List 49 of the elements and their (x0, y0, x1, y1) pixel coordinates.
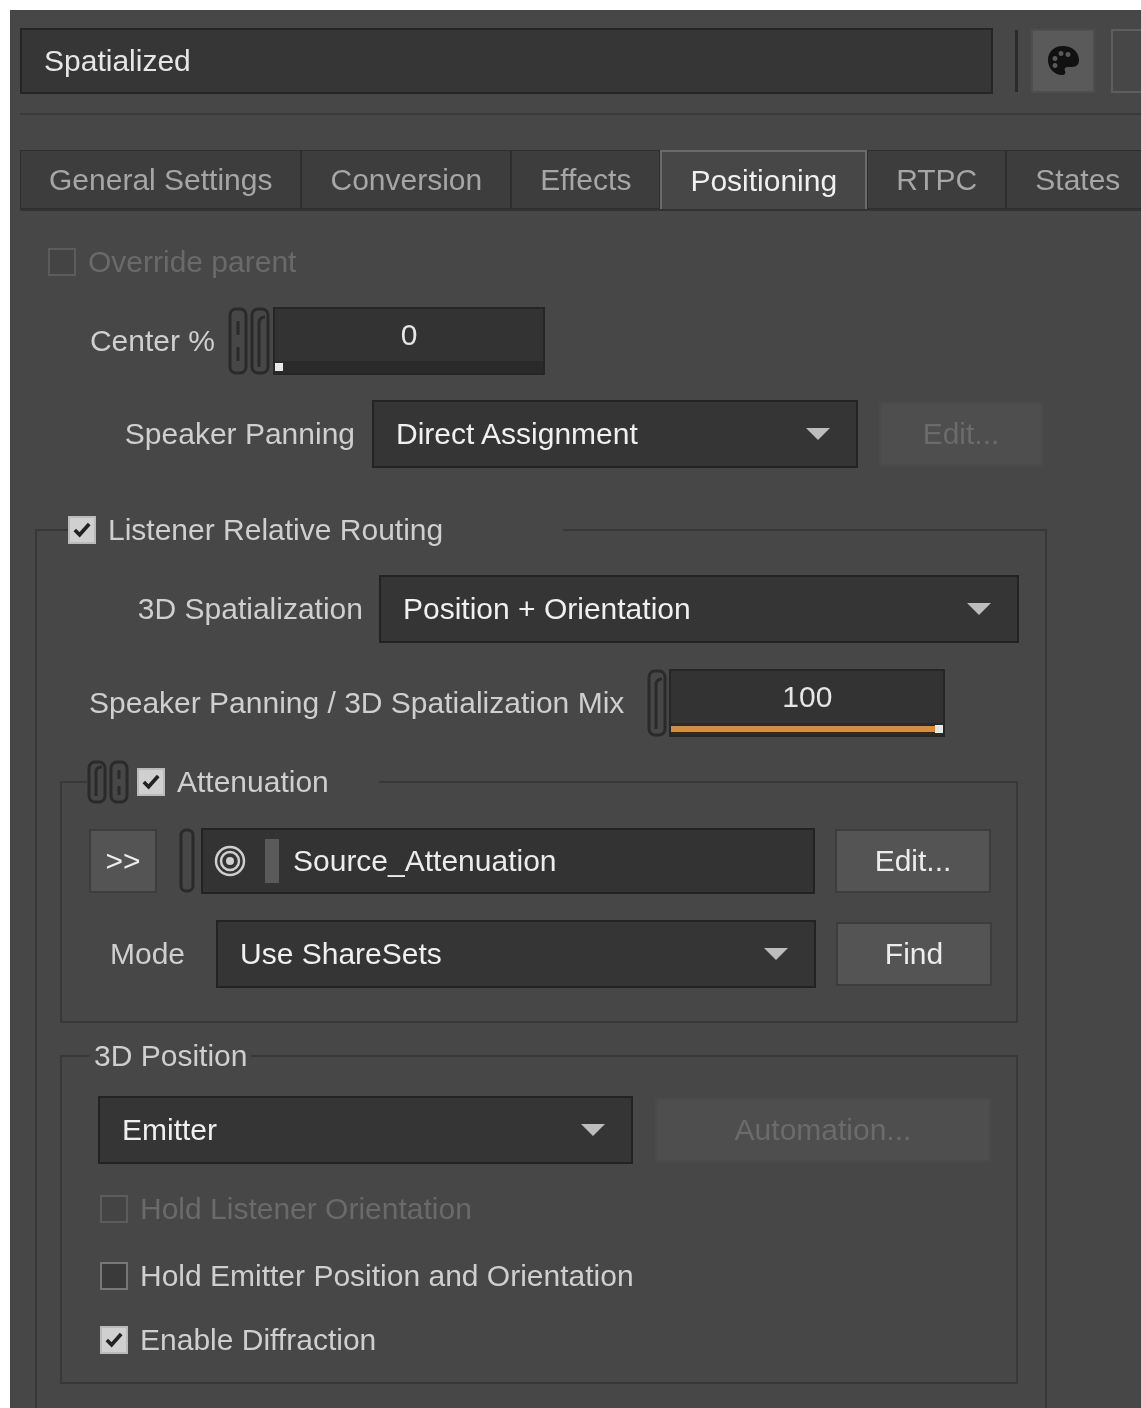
checkbox[interactable] (137, 768, 165, 796)
link-icon[interactable] (109, 760, 129, 804)
dropdown[interactable]: Use ShareSets (216, 920, 816, 988)
edit-button[interactable]: Edit... (835, 828, 991, 893)
link-icon[interactable] (250, 307, 270, 375)
link-icon[interactable] (647, 669, 668, 737)
caret-icon (806, 428, 830, 440)
tab[interactable]: Conversion (301, 150, 512, 209)
name-field[interactable]: Spatialized (20, 28, 993, 94)
caret-icon (764, 948, 788, 960)
checkbox-label: Enable Diffraction (140, 1323, 377, 1357)
tab[interactable]: General Settings (20, 150, 302, 209)
group-title: 3D Position (94, 1039, 248, 1073)
dropdown[interactable]: Emitter (98, 1096, 633, 1164)
color-swatch (265, 838, 279, 883)
find-button[interactable]: Find (836, 922, 992, 986)
tab[interactable]: RTPC (867, 150, 1007, 209)
shareset-name: Source_Attenuation (293, 843, 557, 878)
field-label: Speaker Panning / 3D Spatialization Mix (89, 686, 625, 720)
link-icon[interactable] (228, 307, 248, 375)
palette-button[interactable] (1031, 29, 1095, 93)
link-icon[interactable] (179, 828, 195, 893)
slider-thumb[interactable] (275, 363, 283, 371)
slider-thumb[interactable] (935, 725, 944, 733)
slider-track[interactable] (275, 361, 543, 373)
dropdown[interactable]: Position + Orientation (379, 575, 1019, 643)
dropdown[interactable]: Direct Assignment (372, 400, 858, 468)
tab[interactable]: Effects (511, 150, 661, 209)
shareset-field[interactable]: Source_Attenuation (201, 827, 815, 894)
slider-field[interactable]: 100 (669, 669, 946, 737)
field-label: 3D Spatialization (136, 592, 363, 626)
tab[interactable]: States (1006, 150, 1141, 209)
field-label: Speaker Panning (123, 417, 355, 451)
checkbox-label: Attenuation (177, 765, 329, 799)
caret-icon (581, 1124, 605, 1136)
target-icon (213, 843, 247, 878)
slider-track[interactable] (671, 723, 944, 735)
field-label: Mode (110, 937, 187, 971)
tab[interactable]: Positioning (660, 150, 868, 209)
checkbox[interactable] (68, 516, 96, 544)
checkbox-label: Hold Emitter Position and Orientation (140, 1259, 634, 1293)
expand-button[interactable]: >> (89, 828, 157, 893)
link-icon[interactable] (87, 760, 107, 804)
checkbox[interactable] (100, 1326, 128, 1354)
slider-field[interactable]: 0 (273, 307, 545, 375)
checkbox[interactable] (100, 1262, 128, 1290)
field-label: Center % (88, 324, 215, 358)
caret-icon (967, 603, 991, 615)
checkbox-label: Listener Relative Routing (108, 513, 444, 547)
